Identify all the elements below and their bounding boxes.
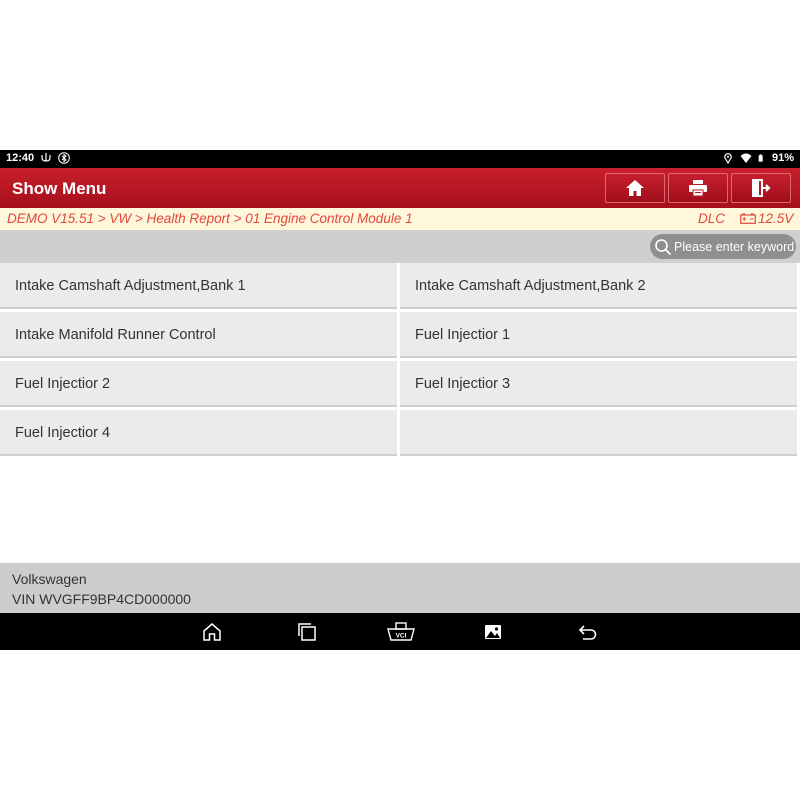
menu-item-label: Intake Manifold Runner Control (15, 327, 216, 343)
menu-item-label: Intake Camshaft Adjustment,Bank 2 (415, 278, 646, 294)
breadcrumb-bar: DEMO V15.51 > VW > Health Report > 01 En… (0, 208, 800, 230)
menu-item-label: Fuel Injectior 4 (15, 425, 111, 441)
search-input[interactable]: Please enter keyword (650, 234, 796, 259)
wifi-icon (740, 153, 752, 163)
battery-level: 91% (771, 152, 794, 164)
menu-item[interactable]: Intake Camshaft Adjustment,Bank 1 (0, 263, 397, 309)
vehicle-info-bar: Volkswagen VIN WVGFF9BP4CD000000 (0, 563, 800, 613)
vehicle-vin: VIN WVGFF9BP4CD000000 (12, 591, 191, 607)
breadcrumb: DEMO V15.51 > VW > Health Report > 01 En… (7, 211, 413, 226)
bluetooth-icon (58, 152, 70, 164)
vci-label: VCI (396, 633, 407, 640)
nav-home-icon[interactable] (201, 621, 223, 643)
search-strip: Please enter keyword (0, 230, 800, 263)
app-screen: 12:40 91% Show Menu DEMO V15.51 > VW > H… (0, 150, 800, 650)
menu-item-label: Intake Camshaft Adjustment,Bank 1 (15, 278, 246, 294)
menu-item[interactable]: Intake Camshaft Adjustment,Bank 2 (400, 263, 797, 309)
menu-item[interactable]: Fuel Injectior 1 (400, 312, 797, 358)
print-button[interactable] (668, 173, 728, 203)
menu-item[interactable]: Fuel Injectior 2 (0, 361, 397, 407)
page-title: Show Menu (12, 179, 107, 198)
menu-item-empty (400, 410, 797, 456)
search-icon (655, 238, 672, 255)
vehicle-make: Volkswagen (12, 571, 87, 587)
car-battery-icon (740, 213, 756, 224)
menu-item[interactable]: Fuel Injectior 3 (400, 361, 797, 407)
navigation-bar: VCI (0, 613, 800, 650)
exit-icon (752, 179, 771, 197)
back-icon[interactable] (577, 621, 599, 643)
location-icon (724, 153, 732, 164)
menu-item[interactable]: Intake Manifold Runner Control (0, 312, 397, 358)
nav-recents-icon[interactable] (296, 621, 318, 643)
home-button[interactable] (605, 173, 665, 203)
printer-icon (689, 180, 707, 197)
menu-item-label: Fuel Injectior 2 (15, 376, 111, 392)
usb-debug-icon (41, 153, 51, 162)
home-icon (626, 180, 644, 196)
voltage-value: 12.5V (758, 211, 794, 226)
gallery-icon[interactable] (482, 621, 504, 643)
vci-icon[interactable]: VCI (386, 621, 416, 643)
exit-button[interactable] (731, 173, 791, 203)
menu-item[interactable]: Fuel Injectior 4 (0, 410, 397, 456)
search-placeholder: Please enter keyword (674, 239, 795, 254)
status-bar: 12:40 91% (0, 150, 800, 168)
dlc-label: DLC (698, 211, 726, 226)
clock: 12:40 (6, 152, 35, 164)
battery-icon (758, 154, 763, 162)
menu-item-label: Fuel Injectior 1 (415, 327, 511, 343)
voltage-indicator: 12.5V (740, 211, 793, 226)
menu-item-label: Fuel Injectior 3 (415, 376, 511, 392)
title-bar: Show Menu (0, 168, 800, 208)
